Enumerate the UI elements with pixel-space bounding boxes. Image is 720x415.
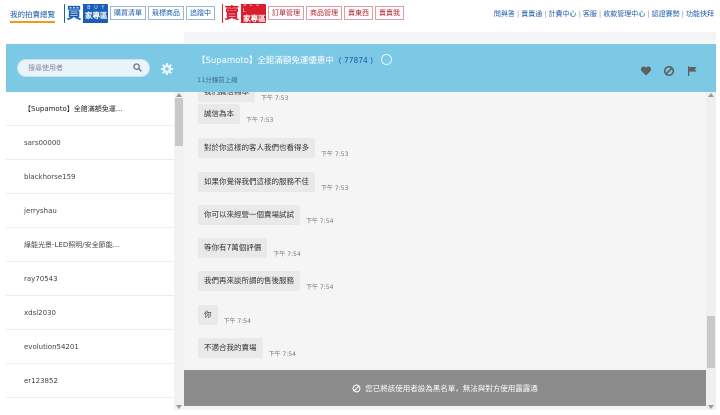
buy-tab-purchase-list[interactable]: 購買清單 xyxy=(110,6,146,20)
heart-icon[interactable] xyxy=(640,62,652,76)
seller-zone: 賣 S E L L 家專區 訂單管理 商品管理 賣東西 賣賣我 xyxy=(222,2,404,23)
message-time: 下午 7:54 xyxy=(268,351,296,358)
rating-count[interactable]: ( 77874 ) xyxy=(339,56,373,65)
user-search-input[interactable] xyxy=(28,62,128,74)
scroll-down-arrow[interactable] xyxy=(176,405,182,409)
message: 我們再來談所謂的售後服務 下午 7:54 xyxy=(198,271,333,291)
message: 你 下午 7:54 xyxy=(198,305,251,325)
message-bubble: 對於你這樣的客人我們也看得多 xyxy=(198,138,315,158)
sell-tab-sell[interactable]: 賣東西 xyxy=(344,6,373,20)
message-time: 下午 7:54 xyxy=(223,318,251,325)
user-search-box xyxy=(17,59,150,77)
conversation-list: 【Supamoto】全館滿額免運... sars00000 blackhorse… xyxy=(6,92,184,410)
seller-zone-logo[interactable]: 賣 S E L L 家專區 xyxy=(222,2,266,23)
buyer-logo-glyph: 買 xyxy=(65,3,83,23)
scrollbar-thumb[interactable] xyxy=(707,316,715,368)
blocked-notice-text: 您已將該使用者設為黑名單，無法與對方使用露露通 xyxy=(365,383,538,393)
conversation-item[interactable]: ray70543 xyxy=(6,262,174,296)
flag-icon[interactable] xyxy=(686,62,698,76)
message: 對於你這樣的客人我們也看得多 下午 7:53 xyxy=(198,138,348,158)
sell-tab-sell-me[interactable]: 賣賣我 xyxy=(375,6,404,20)
chat-partner-name[interactable]: 【Supamoto】全館滿額免運優惠中 xyxy=(197,56,334,66)
message-bubble: 你 xyxy=(198,305,218,325)
message-time: 下午 7:54 xyxy=(306,284,334,291)
message: 我們誠信為本 下午 7:53 xyxy=(198,92,288,102)
link-faq[interactable]: 問與答 xyxy=(494,10,515,18)
message-time: 下午 7:53 xyxy=(321,151,349,158)
message-bubble: 我們誠信為本 xyxy=(198,92,255,102)
conversation-item-active[interactable]: 【Supamoto】全館滿額免運... xyxy=(6,92,174,126)
conversation-item[interactable]: er123852 xyxy=(6,364,174,398)
chat-title: 【Supamoto】全館滿額免運優惠中 ( 77874 ) xyxy=(197,54,392,66)
conversation-item[interactable]: evolution54201 xyxy=(6,330,174,364)
link-verification[interactable]: 認證賽勢 xyxy=(652,10,680,18)
utility-links: 問與答 | 賣賣通 | 計費中心 | 客服 | 收款管理中心 | 認證賽勢 | 功能快拜 xyxy=(493,10,714,18)
search-icon[interactable] xyxy=(133,63,142,72)
blocked-icon xyxy=(352,384,361,392)
seller-logo-glyph: 賣 xyxy=(223,3,241,23)
conversation-item[interactable]: 綠能光景-LED照明/安全節能... xyxy=(6,228,174,262)
message-list: 我們誠信為本 下午 7:53 誠信為本 下午 7:53 對於你這樣的客人我們也看… xyxy=(184,92,706,370)
last-online: 11分鐘前上線 xyxy=(197,76,238,84)
chat-header: 【Supamoto】全館滿額免運優惠中 ( 77874 ) 11分鐘前上線 xyxy=(184,44,716,92)
chat-actions xyxy=(640,62,698,77)
message-time: 下午 7:54 xyxy=(273,251,301,258)
message-bubble: 誠信為本 xyxy=(198,104,240,124)
link-support[interactable]: 客服 xyxy=(583,10,597,18)
message-time: 下午 7:54 xyxy=(306,218,334,225)
conversation-item[interactable]: jerryshau xyxy=(6,194,174,228)
sell-tab-orders[interactable]: 訂單管理 xyxy=(268,6,304,20)
smile-icon xyxy=(380,54,392,65)
buy-tab-tracking[interactable]: 追蹤中 xyxy=(186,6,215,20)
buyer-zone: 買 B U Y 家專區 購買清單 競標商品 追蹤中 xyxy=(64,3,215,23)
message-bubble: 我們再來談所謂的售後服務 xyxy=(198,271,300,291)
message-time: 下午 7:53 xyxy=(321,185,349,192)
conversation-list-panel: 【Supamoto】全館滿額免運... sars00000 blackhorse… xyxy=(6,32,184,410)
message-bubble: 如果你覺得我們這樣的服務不佳 xyxy=(198,172,315,192)
buyer-logo-label: 家專區 xyxy=(85,11,108,20)
chat-panel: 【Supamoto】全館滿額免運優惠中 ( 77874 ) 11分鐘前上線 我們… xyxy=(184,32,716,410)
list-scrollbar[interactable] xyxy=(174,92,184,410)
link-messenger[interactable]: 賣賣通 xyxy=(521,10,542,18)
list-header xyxy=(6,44,184,92)
message-bubble: 不適合我的賣場 xyxy=(198,338,263,358)
link-billing[interactable]: 計費中心 xyxy=(549,10,577,18)
message: 誠信為本 下午 7:53 xyxy=(198,104,273,124)
conversation-item[interactable]: blackhorse159 xyxy=(6,160,174,194)
message-bubble: 等你有7萬個評價 xyxy=(198,238,268,258)
scroll-down-arrow[interactable] xyxy=(708,405,714,409)
message-time: 下午 7:53 xyxy=(261,95,289,102)
conversation-item[interactable]: xdsl2030 xyxy=(6,296,174,330)
message-time: 下午 7:53 xyxy=(246,117,274,124)
conversation-item[interactable]: sars00000 xyxy=(6,126,174,160)
message: 等你有7萬個評價 下午 7:54 xyxy=(198,238,301,258)
seller-logo-label: 家專區 xyxy=(243,14,266,23)
scroll-up-arrow[interactable] xyxy=(708,93,714,97)
buyer-zone-logo[interactable]: 買 B U Y 家專區 xyxy=(64,3,108,23)
buy-tab-bidding[interactable]: 競標商品 xyxy=(148,6,184,20)
sell-tab-products[interactable]: 商品管理 xyxy=(306,6,342,20)
message: 如果你覺得我們這樣的服務不佳 下午 7:53 xyxy=(198,172,348,192)
link-shortcuts[interactable]: 功能快拜 xyxy=(686,10,714,18)
my-bids-link[interactable]: 我的拍賣總覽 xyxy=(10,10,55,23)
blocked-notice-bar: 您已將該使用者設為黑名單，無法與對方使用露露通 xyxy=(184,370,706,406)
message: 你可以來經營一個賣場試試 下午 7:54 xyxy=(198,205,333,225)
block-icon[interactable] xyxy=(663,62,675,77)
chat-scrollbar[interactable] xyxy=(706,92,716,410)
top-nav: 我的拍賣總覽 買 B U Y 家專區 購買清單 競標商品 追蹤中 賣 S E L… xyxy=(0,0,720,26)
link-payment-center[interactable]: 收款管理中心 xyxy=(603,10,645,18)
message-bubble: 你可以來經營一個賣場試試 xyxy=(198,205,300,225)
gear-icon[interactable] xyxy=(161,63,173,75)
message: 不適合我的賣場 下午 7:54 xyxy=(198,338,296,358)
seller-logo-small: S E L L xyxy=(242,2,261,14)
conversation-item[interactable]: ninianinia xyxy=(6,398,174,410)
scroll-up-arrow[interactable] xyxy=(176,93,182,97)
scrollbar-thumb[interactable] xyxy=(175,98,183,146)
